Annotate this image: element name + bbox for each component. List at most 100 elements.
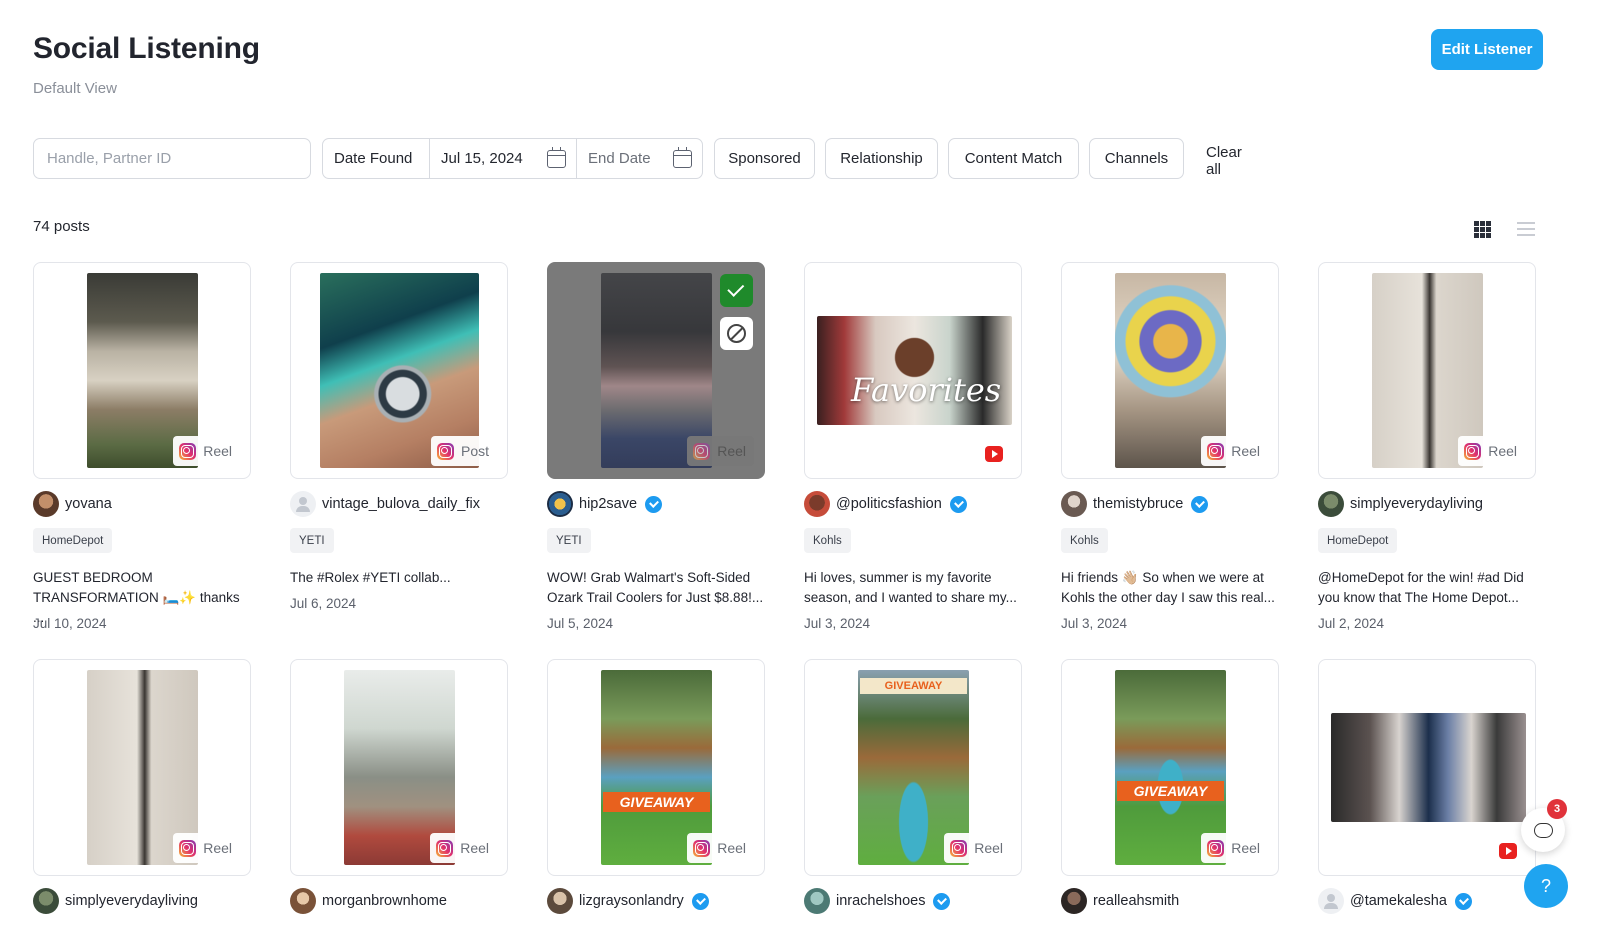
youtube-icon — [1499, 843, 1517, 859]
avatar — [547, 491, 573, 517]
post-caption: The #Rolex #YETI collab... — [290, 570, 451, 585]
instagram-icon — [693, 839, 711, 857]
instagram-icon — [1207, 839, 1225, 857]
brand-tag: HomeDepot — [1318, 528, 1398, 553]
view-name: Default View — [33, 80, 117, 97]
avatar — [1318, 491, 1344, 517]
giveaway-banner: GIVEAWAY — [603, 792, 710, 812]
post-caption: @HomeDepot for the win! #ad Did you know… — [1318, 570, 1524, 605]
creator-handle[interactable]: @tamekalesha — [1318, 888, 1472, 914]
post-thumbnail[interactable]: Reel — [547, 262, 765, 479]
verified-icon — [1454, 892, 1472, 910]
post-type-badge: Reel — [1458, 436, 1525, 466]
post-thumbnail[interactable]: Favorites — [804, 262, 1022, 479]
post-image — [1331, 713, 1526, 822]
creator-handle[interactable]: @politicsfashion — [804, 491, 967, 517]
sponsored-filter-button[interactable]: Sponsored — [714, 138, 815, 179]
block-button[interactable] — [720, 317, 753, 350]
post-thumbnail[interactable]: Reel — [290, 659, 508, 876]
post-date: Jul 6, 2024 — [290, 596, 357, 611]
post-date: Jul 2, 2024 — [1318, 616, 1385, 631]
brand-tag: HomeDepot — [33, 528, 113, 553]
post-caption: Hi friends 👋🏼 So when we were at Kohls t… — [1061, 570, 1275, 605]
post-thumbnail[interactable] — [1318, 659, 1536, 876]
instagram-icon — [950, 839, 968, 857]
post-type-badge: Reel — [1201, 833, 1268, 863]
instagram-icon — [1207, 442, 1225, 460]
avatar — [804, 491, 830, 517]
post-thumbnail[interactable]: Reel — [1318, 262, 1536, 479]
calendar-icon[interactable] — [547, 146, 566, 168]
brand-tag: Kohls — [804, 528, 851, 553]
youtube-icon — [985, 446, 1003, 462]
chat-icon — [1533, 822, 1553, 838]
post-type-badge: Reel — [430, 833, 497, 863]
post-thumbnail[interactable]: Reel — [33, 659, 251, 876]
start-date-field[interactable]: Jul 15, 2024 — [430, 139, 577, 178]
post-date: Jul 3, 2024 — [1061, 616, 1128, 631]
avatar — [1061, 491, 1087, 517]
creator-handle[interactable]: vintage_bulova_daily_fix — [290, 491, 480, 517]
verified-icon — [691, 892, 709, 910]
avatar — [290, 888, 316, 914]
content-match-filter-button[interactable]: Content Match — [948, 138, 1079, 179]
post-thumbnail[interactable]: GIVEAWAY Reel — [547, 659, 765, 876]
creator-handle[interactable]: morganbrownhome — [290, 888, 447, 914]
giveaway-banner: GIVEAWAY — [860, 678, 967, 694]
avatar — [1061, 888, 1087, 914]
post-thumbnail[interactable]: Post — [290, 262, 508, 479]
post-thumbnail[interactable]: Reel — [1061, 262, 1279, 479]
brand-tag: YETI — [290, 528, 334, 553]
post-thumbnail[interactable]: GIVEAWAY Reel — [804, 659, 1022, 876]
instagram-icon — [1464, 442, 1482, 460]
post-caption: Hi loves, summer is my favorite season, … — [804, 570, 1017, 605]
creator-handle[interactable]: realleahsmith — [1061, 888, 1179, 914]
creator-handle[interactable]: inrachelshoes — [804, 888, 951, 914]
thumbnail-title: Favorites — [851, 371, 1002, 409]
start-date-value: Jul 15, 2024 — [441, 150, 523, 167]
approve-button[interactable] — [720, 274, 753, 307]
date-found-filter: Date Found Jul 15, 2024 End Date — [322, 138, 703, 179]
verified-icon — [949, 495, 967, 513]
verified-icon — [1191, 495, 1209, 513]
channels-filter-button[interactable]: Channels — [1089, 138, 1184, 179]
creator-handle[interactable]: yovana — [33, 491, 112, 517]
post-type-badge: Reel — [1201, 436, 1268, 466]
avatar — [33, 888, 59, 914]
brand-tag: YETI — [547, 528, 591, 553]
search-field-wrapper — [33, 138, 311, 179]
avatar — [547, 888, 573, 914]
search-input[interactable] — [47, 150, 297, 167]
edit-listener-button[interactable]: Edit Listener — [1431, 29, 1543, 70]
date-found-label: Date Found — [323, 139, 430, 178]
creator-handle[interactable]: themistybruce — [1061, 491, 1209, 517]
help-button[interactable]: ? — [1524, 864, 1568, 908]
post-thumbnail[interactable]: GIVEAWAY Reel — [1061, 659, 1279, 876]
grid-view-icon[interactable] — [1474, 221, 1491, 238]
list-view-icon[interactable] — [1517, 220, 1535, 238]
verified-icon — [933, 892, 951, 910]
creator-handle[interactable]: hip2save — [547, 491, 663, 517]
clear-all-link[interactable]: Clear all — [1206, 138, 1242, 179]
post-type-badge: Reel — [687, 833, 754, 863]
post-count: 74 posts — [33, 218, 90, 235]
instagram-icon — [179, 442, 197, 460]
page-title: Social Listening — [33, 32, 260, 65]
end-date-placeholder: End Date — [588, 150, 651, 167]
end-date-field[interactable]: End Date — [577, 139, 702, 178]
post-type-badge: Reel — [173, 833, 240, 863]
creator-handle[interactable]: simplyeverydayliving — [33, 888, 198, 914]
verified-icon — [645, 495, 663, 513]
creator-handle[interactable]: simplyeverydayliving — [1318, 491, 1483, 517]
post-date: Jul 5, 2024 — [547, 616, 614, 631]
instagram-icon — [436, 442, 454, 460]
calendar-icon[interactable] — [673, 146, 692, 168]
chat-notification-badge: 3 — [1547, 799, 1567, 819]
avatar — [804, 888, 830, 914]
avatar — [290, 491, 316, 517]
relationship-filter-button[interactable]: Relationship — [825, 138, 938, 179]
post-type-badge: Reel — [173, 436, 240, 466]
creator-handle[interactable]: lizgraysonlandry — [547, 888, 709, 914]
instagram-icon — [179, 839, 197, 857]
post-thumbnail[interactable]: Reel — [33, 262, 251, 479]
